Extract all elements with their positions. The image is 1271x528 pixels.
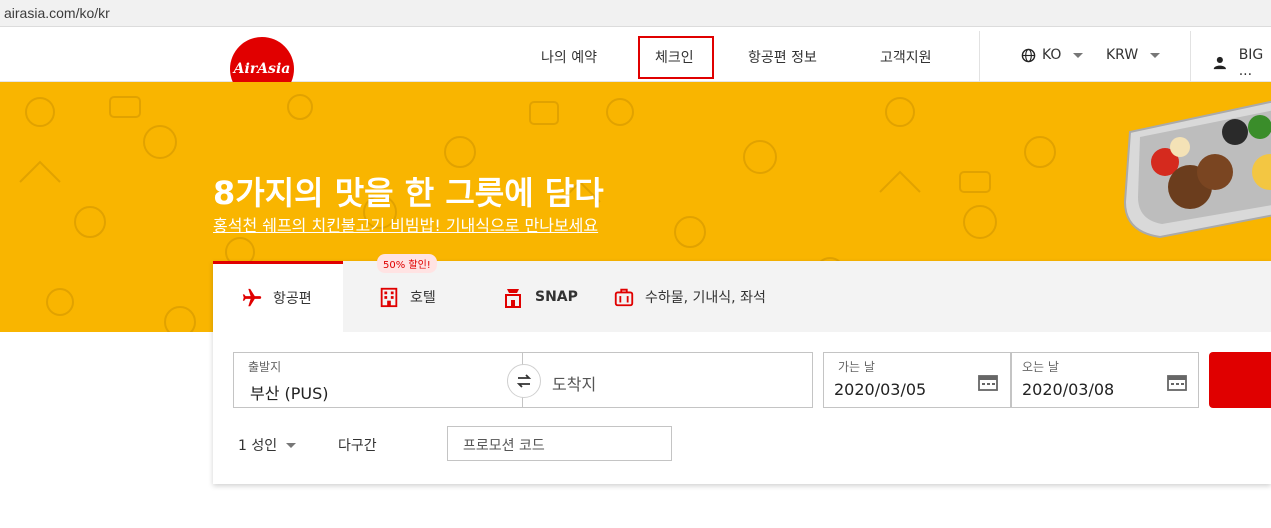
checkin-highlight-box: [638, 36, 714, 79]
tab-addons[interactable]: 수하물, 기내식, 좌석: [613, 261, 766, 332]
return-date-value: 2020/03/08: [1022, 380, 1115, 399]
promo-code-input[interactable]: 프로모션 코드: [447, 426, 672, 461]
currency-selector[interactable]: KRW: [1106, 47, 1161, 63]
nav-divider: [1190, 31, 1191, 82]
search-flights-button[interactable]: [1209, 352, 1271, 408]
tab-label: SNAP: [535, 288, 578, 305]
depart-date-field[interactable]: 가는 날 2020/03/05: [823, 352, 1011, 408]
depart-date-label: 가는 날: [838, 360, 875, 374]
hotel-icon: [380, 287, 398, 307]
hotel-discount-badge: 50% 할인!: [377, 254, 437, 273]
account-label: BIG ...: [1238, 47, 1264, 79]
tab-label: 수하물, 기내식, 좌석: [645, 289, 766, 306]
nav-divider: [979, 31, 980, 82]
airplane-icon: [242, 288, 262, 307]
currency-label: KRW: [1106, 47, 1139, 63]
language-selector[interactable]: KO: [1021, 47, 1084, 63]
origin-value: 부산 (PUS): [250, 384, 329, 403]
user-icon: [1213, 56, 1226, 70]
passenger-count: 1 성인: [238, 438, 278, 454]
nav-customer-support[interactable]: 고객지원: [880, 47, 932, 67]
multi-city-link[interactable]: 다구간: [338, 435, 377, 455]
url-text[interactable]: airasia.com/ko/kr: [4, 5, 110, 21]
return-date-field[interactable]: 오는 날 2020/03/08: [1011, 352, 1199, 408]
destination-placeholder: 도착지: [552, 375, 597, 394]
banner-link[interactable]: 홍석천 쉐프의 치킨불고기 비빔밥! 기내식으로 만나보세요: [213, 212, 598, 236]
chevron-down-icon: [1150, 52, 1161, 58]
calendar-icon: [1167, 375, 1187, 391]
tab-flights[interactable]: 항공편: [213, 261, 343, 332]
calendar-icon: [978, 375, 998, 391]
swap-route-button[interactable]: [507, 364, 541, 398]
promo-code-placeholder: 프로모션 코드: [463, 438, 545, 454]
nav-my-booking[interactable]: 나의 예약: [541, 47, 597, 67]
destination-field[interactable]: 도착지: [522, 352, 813, 408]
tab-snap[interactable]: SNAP: [501, 261, 578, 332]
account-menu[interactable]: BIG ...: [1213, 47, 1271, 79]
globe-icon: [1021, 48, 1036, 62]
depart-date-value: 2020/03/05: [834, 380, 927, 399]
swap-arrows-icon: [516, 374, 532, 388]
origin-label: 출발지: [248, 360, 282, 374]
language-label: KO: [1042, 47, 1062, 63]
snap-icon: [505, 288, 521, 308]
luggage-icon: [614, 288, 634, 306]
tab-label: 항공편: [273, 291, 312, 307]
return-date-label: 오는 날: [1022, 360, 1059, 374]
nav-flight-info[interactable]: 항공편 정보: [748, 47, 817, 67]
browser-url-bar[interactable]: airasia.com/ko/kr: [0, 0, 1271, 27]
tab-label: 호텔: [410, 289, 436, 306]
chevron-down-icon: [1073, 52, 1084, 58]
banner-title: 8가지의 맛을 한 그릇에 담다: [213, 174, 604, 212]
passenger-selector[interactable]: 1 성인: [238, 435, 297, 455]
bibimbap-tray-image: [1123, 101, 1271, 239]
chevron-down-icon: [286, 442, 297, 448]
logo-text: AirAsia: [233, 61, 291, 77]
origin-field[interactable]: 출발지 부산 (PUS): [233, 352, 523, 408]
